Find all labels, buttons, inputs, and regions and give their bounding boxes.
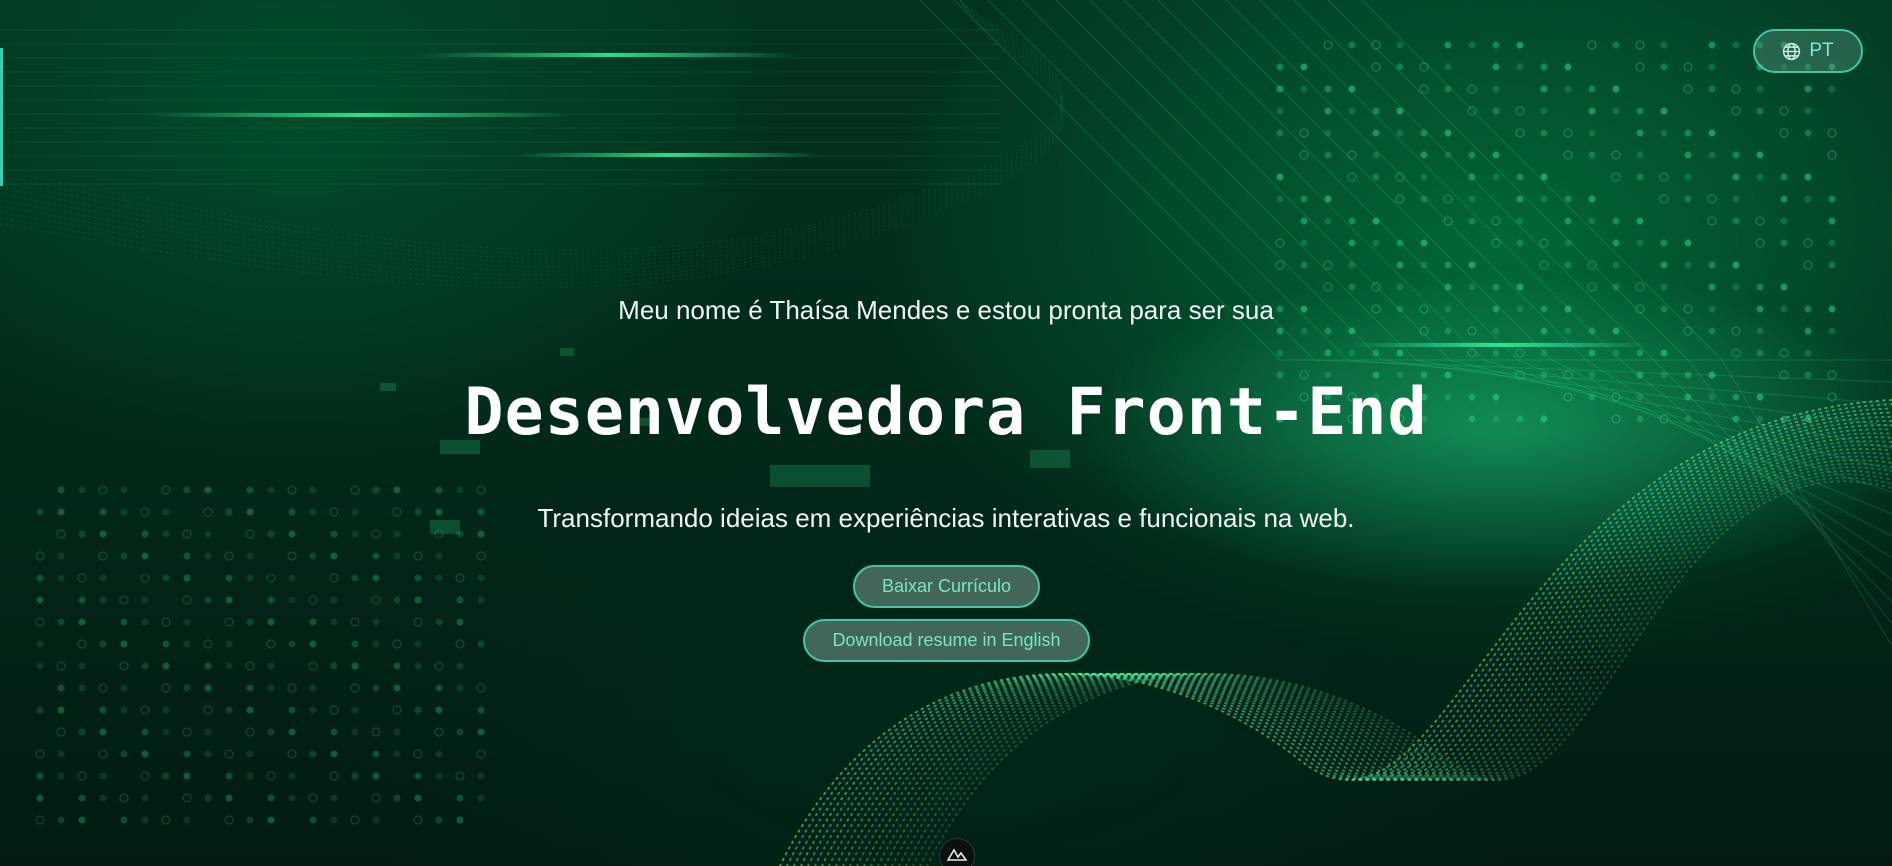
download-cv-button[interactable]: Baixar Currículo — [853, 565, 1040, 608]
mountain-logo-icon — [947, 848, 967, 861]
hero-intro: Meu nome é Thaísa Mendes e estou pronta … — [618, 295, 1274, 325]
hero-section: Meu nome é Thaísa Mendes e estou pronta … — [0, 0, 1892, 866]
hero-subtitle: Transformando ideias em experiências int… — [537, 503, 1355, 533]
bottom-badge[interactable] — [939, 838, 975, 866]
hero-title: Desenvolvedora Front-End — [464, 375, 1428, 450]
download-cv-english-button[interactable]: Download resume in English — [803, 619, 1090, 662]
page: PT Meu nome é Thaísa Mendes e estou pron… — [0, 0, 1892, 866]
